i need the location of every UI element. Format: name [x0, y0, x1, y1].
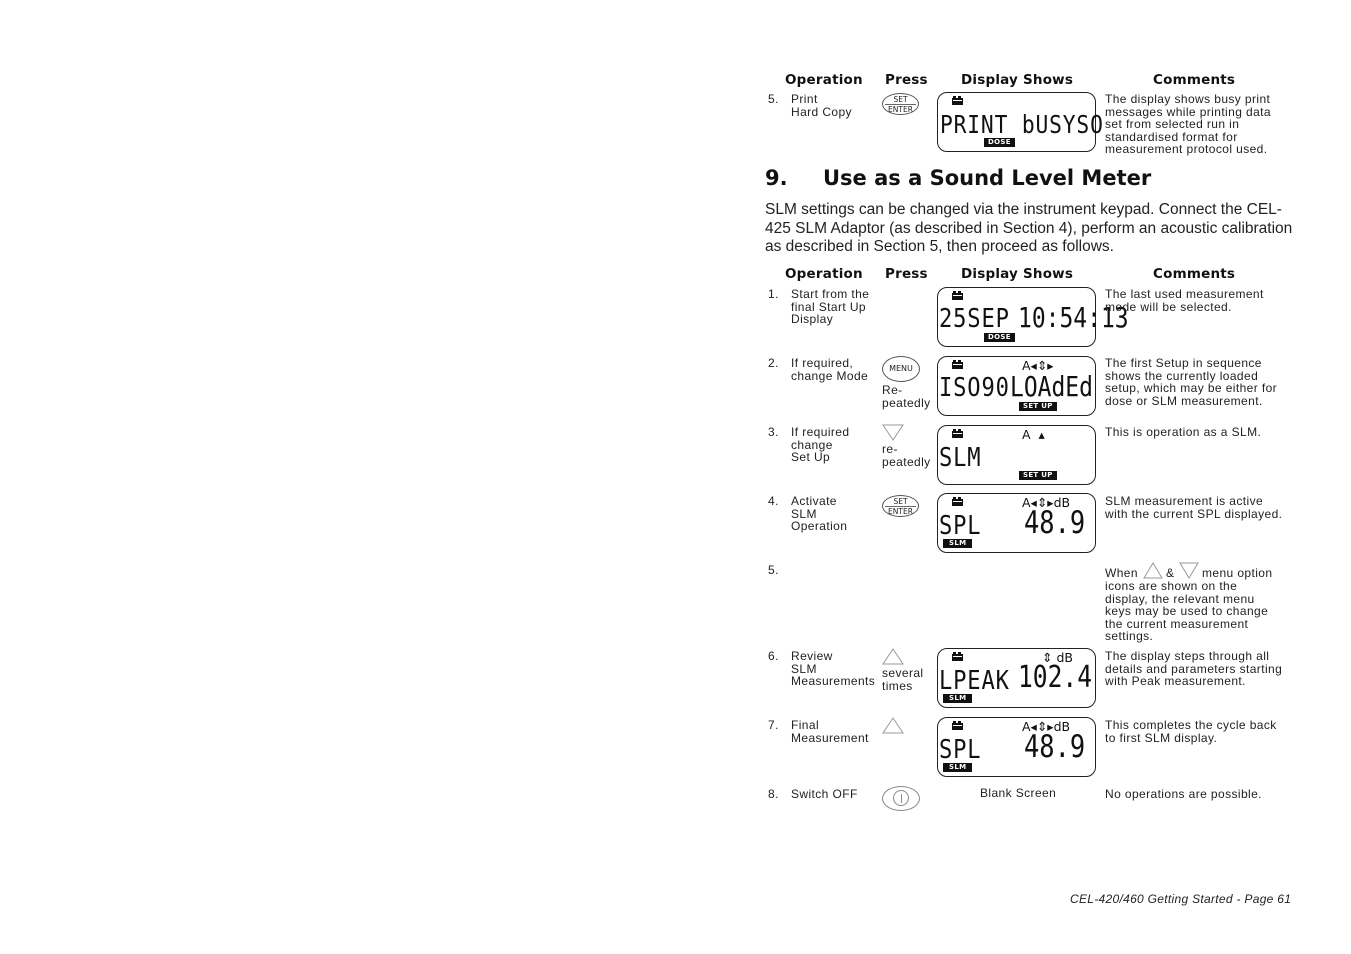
lcd-main-text: 25SEP	[939, 304, 1010, 334]
mode-tag: SET UP	[1019, 471, 1057, 480]
mode-tag: SET UP	[1019, 402, 1057, 411]
lcd-display: A◂⇕▸ ISO90 LOAdEd SET UP	[937, 356, 1096, 416]
header-display-shows: Display Shows	[961, 266, 1074, 282]
lcd-display: A◂⇕▸dB SPL 48.9 SLM	[937, 717, 1096, 777]
manual-page: Operation Press Display Shows Comments 5…	[0, 0, 1351, 954]
display-text: Blank Screen	[980, 786, 1057, 800]
lcd-value: 48.9	[1024, 729, 1086, 765]
comment-text: This completes the cycle back to first S…	[1105, 718, 1277, 745]
lcd-main-text: SLM	[939, 443, 982, 473]
lcd-value: LOAdEd	[1010, 370, 1093, 403]
operation-text: Start from the final Start Up Display	[791, 287, 870, 326]
operation-text: Final Measurement	[791, 718, 869, 745]
section-number: 9.	[765, 166, 788, 190]
comment-text: The display steps through all details an…	[1105, 649, 1283, 688]
mode-tag: DOSE	[984, 138, 1015, 147]
header-press: Press	[885, 266, 928, 282]
mode-tag: SLM	[943, 539, 973, 548]
up-arrow-key-icon	[882, 648, 904, 665]
lcd-display: PRINT bUSYSO DOSE	[937, 92, 1103, 152]
press-note: re- peatedly	[882, 442, 931, 469]
down-arrow-key-icon	[882, 424, 904, 441]
up-arrow-icon	[1143, 562, 1163, 579]
battery-icon	[952, 429, 963, 438]
step-number: 5.	[768, 563, 779, 577]
battery-icon	[952, 291, 963, 300]
menu-key-icon: MENU	[882, 356, 920, 382]
operation-text: Switch OFF	[791, 787, 858, 801]
comment-text: The first Setup in sequence shows the cu…	[1105, 356, 1278, 408]
header-comments: Comments	[1153, 72, 1236, 88]
lcd-main-text: ISO90	[939, 373, 1010, 403]
step-number: 7.	[768, 718, 779, 732]
operation-text: Review SLM Measurements	[791, 649, 876, 688]
battery-icon	[952, 497, 963, 506]
section-heading: Use as a Sound Level Meter	[823, 166, 1152, 190]
comment-text: When & menu option icons are shown on th…	[1105, 562, 1295, 643]
mode-tag: SLM	[943, 763, 973, 772]
lcd-main-text: SPL	[939, 735, 982, 765]
step-number: 3.	[768, 425, 779, 439]
press-note: several times	[882, 666, 924, 693]
header-operation: Operation	[785, 266, 863, 282]
lcd-main-text: PRINT bUSYSO	[940, 110, 1104, 139]
down-arrow-icon	[1179, 562, 1199, 579]
lcd-indicators: A ▴	[1022, 427, 1045, 442]
lcd-display: A ▴ SLM SET UP	[937, 425, 1096, 485]
step-number: 5.	[768, 92, 779, 106]
mode-tag: SLM	[943, 694, 973, 703]
operation-text: Activate SLM Operation	[791, 494, 848, 533]
step-number: 6.	[768, 649, 779, 663]
comment-text: No operations are possible.	[1105, 787, 1262, 801]
battery-icon	[952, 360, 963, 369]
step-number: 1.	[768, 287, 779, 301]
step-number: 8.	[768, 787, 779, 801]
header-comments: Comments	[1153, 266, 1236, 282]
lcd-value: 48.9	[1024, 505, 1086, 541]
power-key-icon	[882, 786, 920, 811]
battery-icon	[952, 721, 963, 730]
header-press: Press	[885, 72, 928, 88]
operation-text: If required change Set Up	[791, 425, 850, 464]
header-operation: Operation	[785, 72, 863, 88]
lcd-display: ⇕ dB LPEAK 102.4 SLM	[937, 648, 1096, 708]
lcd-main-text: LPEAK	[939, 666, 1010, 696]
page-footer: CEL-420/460 Getting Started - Page 61	[1070, 892, 1292, 906]
set-enter-key-icon: SET ENTER	[882, 495, 919, 517]
operation-text: Print Hard Copy	[791, 92, 852, 119]
set-enter-key-icon: SET ENTER	[882, 93, 919, 115]
comment-text: The display shows busy print messages wh…	[1105, 92, 1271, 156]
lcd-display: 25SEP 10:54:13 DOSE	[937, 287, 1129, 347]
mode-tag: DOSE	[984, 333, 1015, 342]
section-intro: SLM settings can be changed via the inst…	[765, 201, 1293, 255]
section-title: 9. Use as a Sound Level Meter	[765, 166, 1151, 190]
header-display-shows: Display Shows	[961, 72, 1074, 88]
battery-icon	[952, 652, 963, 661]
comment-text: The last used measurement mode will be s…	[1105, 287, 1264, 314]
comment-text: This is operation as a SLM.	[1105, 425, 1262, 439]
lcd-value: 102.4	[1018, 660, 1093, 695]
lcd-display: A◂⇕▸dB SPL 48.9 SLM	[937, 493, 1096, 553]
lcd-main-text: SPL	[939, 511, 982, 541]
up-arrow-key-icon	[882, 717, 904, 734]
step-number: 4.	[768, 494, 779, 508]
press-note: Re- peatedly	[882, 383, 931, 410]
operation-text: If required, change Mode	[791, 356, 869, 383]
battery-icon	[952, 96, 963, 105]
step-number: 2.	[768, 356, 779, 370]
comment-text: SLM measurement is active with the curre…	[1105, 494, 1283, 521]
